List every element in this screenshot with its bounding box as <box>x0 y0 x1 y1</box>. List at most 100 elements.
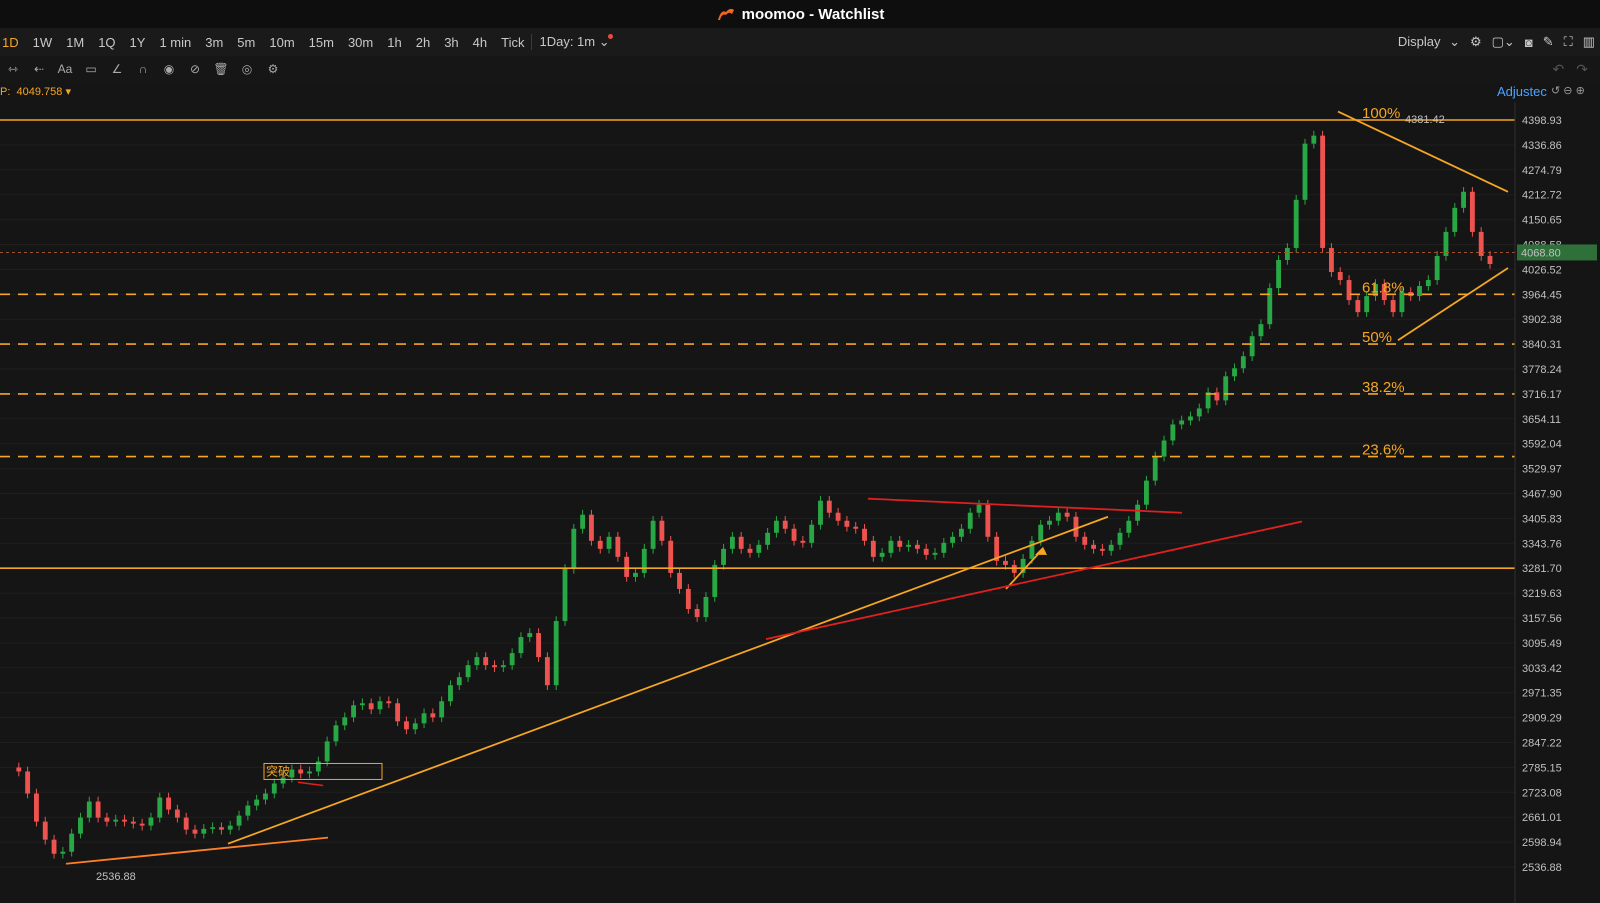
candle-body <box>342 717 348 726</box>
trendline-rising-bottom <box>1397 267 1509 341</box>
candle-body <box>298 769 304 774</box>
tab-1q[interactable]: 1Q <box>91 35 122 50</box>
candle-body <box>1117 532 1123 545</box>
tab-2h[interactable]: 2h <box>409 35 437 50</box>
pen-icon[interactable]: ✎ <box>1543 34 1554 50</box>
trendline-base <box>65 836 329 865</box>
candle-body <box>712 564 718 597</box>
tab-1min[interactable]: 1 min <box>152 35 198 50</box>
eye-icon[interactable]: ◉ <box>161 61 177 77</box>
tab-3m[interactable]: 3m <box>198 35 230 50</box>
low-price-label: 2536.88 <box>96 871 136 883</box>
tab-30m[interactable]: 30m <box>341 35 380 50</box>
candle-body <box>25 771 31 794</box>
tab-1w[interactable]: 1W <box>26 35 60 50</box>
tab-1d[interactable]: 1D <box>0 35 26 50</box>
candle-body <box>879 552 885 557</box>
price-tick-label: 3840.31 <box>1522 339 1562 351</box>
sidebar-toggle-icon[interactable]: ▥ <box>1583 34 1595 50</box>
candle-body <box>386 701 392 704</box>
tab-15m[interactable]: 15m <box>302 35 341 50</box>
trash-icon[interactable]: 🗑 <box>213 61 229 77</box>
gear-icon[interactable]: ⚙ <box>1470 34 1482 50</box>
magnet-icon[interactable]: ∩ <box>135 61 151 77</box>
candle-body <box>677 572 682 589</box>
candle-body <box>1091 544 1096 549</box>
zoom-in-icon[interactable]: ⊕ <box>1576 85 1585 97</box>
candle-body <box>69 833 75 852</box>
candle-body <box>1223 376 1229 401</box>
candle-body <box>60 851 66 854</box>
tab-5m[interactable]: 5m <box>230 35 262 50</box>
display-dropdown[interactable]: Display ⌄ <box>1393 34 1460 50</box>
candle-body <box>923 548 929 555</box>
candle-body <box>271 783 277 794</box>
interval-dropdown[interactable]: 1Day: 1m ⌄ <box>531 34 619 50</box>
candle-body <box>139 823 145 826</box>
timeframe-toolbar: 1D 1W 1M 1Q 1Y 1 min 3m 5m 10m 15m 30m 1… <box>0 28 1600 56</box>
fib-level-label: 100% <box>1362 105 1400 122</box>
candle-body <box>456 677 462 686</box>
fullscreen-icon[interactable]: ⛶ <box>1564 34 1573 50</box>
candle-body <box>210 827 216 829</box>
layout-icon[interactable]: ▢⌄ <box>1492 34 1515 50</box>
candle-body <box>985 504 991 537</box>
tab-10m[interactable]: 10m <box>262 35 301 50</box>
candle-body <box>826 500 832 513</box>
candle-body <box>377 701 383 710</box>
candle-body <box>351 705 356 718</box>
hide-icon[interactable]: ⊘ <box>187 61 203 77</box>
price-tick-label: 3716.17 <box>1522 389 1562 401</box>
price-tick-label: 3405.83 <box>1522 513 1562 525</box>
price-tick-label: 2536.88 <box>1522 862 1562 874</box>
zoom-out-icon[interactable]: ⊖ <box>1563 85 1572 97</box>
candle-body <box>1364 296 1370 313</box>
settings-icon[interactable]: ⚙ <box>265 61 281 77</box>
chart-grid <box>0 119 1515 868</box>
redo-icon[interactable]: ↷ <box>1576 61 1588 78</box>
candle-body <box>359 703 365 706</box>
fib-level-label: 38.2% <box>1362 379 1405 396</box>
fib-level-label: 50% <box>1362 329 1392 346</box>
camera-icon[interactable]: ◙ <box>1525 35 1533 50</box>
tab-1h[interactable]: 1h <box>380 35 408 50</box>
price-tick-label: 3033.42 <box>1522 663 1562 675</box>
price-readout: P: 4049.758 ▾ <box>0 86 71 98</box>
adjusted-button[interactable]: Adjustec <box>1497 84 1547 99</box>
tab-1y[interactable]: 1Y <box>123 35 153 50</box>
undo-arrow-icon[interactable]: ⇠ <box>31 61 47 77</box>
candle-body <box>395 703 401 722</box>
price-tick-label: 2971.35 <box>1522 688 1562 700</box>
candle-body <box>113 819 119 822</box>
undo-icon[interactable]: ↶ <box>1553 61 1565 78</box>
text-tool-icon[interactable]: Aa <box>57 61 73 77</box>
tab-3h[interactable]: 3h <box>437 35 465 50</box>
reset-icon[interactable]: ↺ <box>1551 85 1560 97</box>
tab-1m[interactable]: 1M <box>59 35 91 50</box>
range-icon[interactable]: ⇿ <box>5 61 21 77</box>
candle-body <box>16 767 22 772</box>
tab-tick[interactable]: Tick <box>494 35 531 50</box>
candle-body <box>86 801 92 818</box>
candle-body <box>518 637 524 654</box>
candle-body <box>404 721 409 730</box>
annotation-arrow <box>297 781 324 787</box>
display-label: Display <box>1397 34 1441 49</box>
current-price-label: 4068.80 <box>1521 247 1561 259</box>
candle-body <box>254 799 260 806</box>
compare-icon[interactable]: ◎ <box>239 61 255 77</box>
candle-body <box>906 544 911 547</box>
comment-icon[interactable]: ▭ <box>83 61 99 77</box>
candle-body <box>1487 255 1493 264</box>
candle-body <box>853 526 859 529</box>
line-tool-icon[interactable]: ∠ <box>109 61 125 77</box>
price-chart[interactable]: 100% 61.8% 50% 38.2% 23.6% 4381.42 2536.88 突破 4… <box>0 102 1600 903</box>
candle-body <box>1232 368 1237 377</box>
tab-4h[interactable]: 4h <box>466 35 494 50</box>
trendline-major-support <box>227 515 1109 845</box>
candle-body <box>721 548 726 565</box>
candle-body <box>245 805 251 816</box>
candle-body <box>1240 356 1246 369</box>
price-tick-label: 3281.70 <box>1522 563 1562 575</box>
candle-body <box>1258 324 1264 337</box>
